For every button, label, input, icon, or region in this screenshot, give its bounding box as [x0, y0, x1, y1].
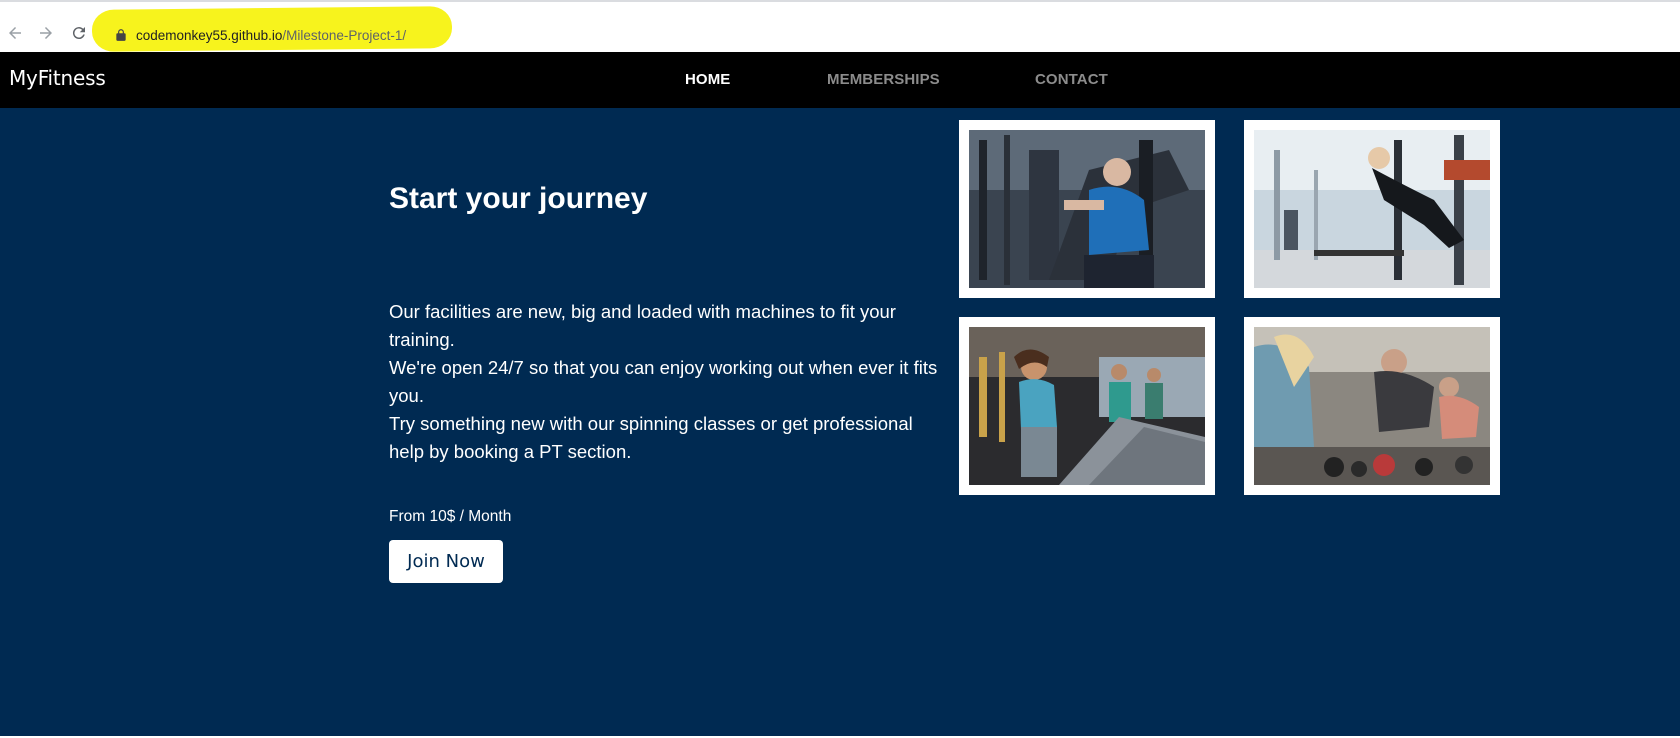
back-arrow-icon[interactable]	[2, 20, 28, 46]
brand-logo[interactable]: MyFitness	[9, 66, 106, 90]
join-now-button[interactable]: Join Now	[389, 540, 503, 583]
url-path: /Milestone-Project-1/	[282, 27, 407, 43]
hero-description: Our facilities are new, big and loaded w…	[389, 298, 939, 466]
photo-image	[969, 130, 1205, 288]
gym-photo-treadmill-runner	[959, 317, 1215, 495]
gym-photo-senior-man	[959, 120, 1215, 298]
price-text: From 10$ / Month	[389, 508, 512, 525]
nav-link-home[interactable]: HOME	[685, 71, 730, 88]
gym-photo-woman-exercise	[1244, 120, 1500, 298]
reload-icon[interactable]	[66, 20, 92, 46]
hero-title: Start your journey	[389, 182, 648, 215]
lock-icon	[116, 29, 126, 41]
hero-paragraph: We're open 24/7 so that you can enjoy wo…	[389, 357, 938, 406]
photo-image	[1254, 130, 1490, 288]
site-navbar: MyFitness HOME MEMBERSHIPS CONTACT	[0, 52, 1680, 108]
browser-toolbar: codemonkey55.github.io/Milestone-Project…	[0, 0, 1680, 52]
nav-link-contact[interactable]: CONTACT	[1035, 71, 1108, 88]
hero-paragraph: Try something new with our spinning clas…	[389, 413, 913, 462]
hero-section: Start your journey Our facilities are ne…	[0, 108, 1680, 736]
forward-arrow-icon[interactable]	[33, 20, 59, 46]
photo-image	[969, 327, 1205, 485]
url-host: codemonkey55.github.io	[136, 27, 283, 43]
gym-photo-group-pushups	[1244, 317, 1500, 495]
hero-paragraph: Our facilities are new, big and loaded w…	[389, 301, 896, 350]
address-bar[interactable]: codemonkey55.github.io/Milestone-Project…	[110, 22, 1680, 48]
nav-link-memberships[interactable]: MEMBERSHIPS	[827, 71, 940, 88]
photo-image	[1254, 327, 1490, 485]
